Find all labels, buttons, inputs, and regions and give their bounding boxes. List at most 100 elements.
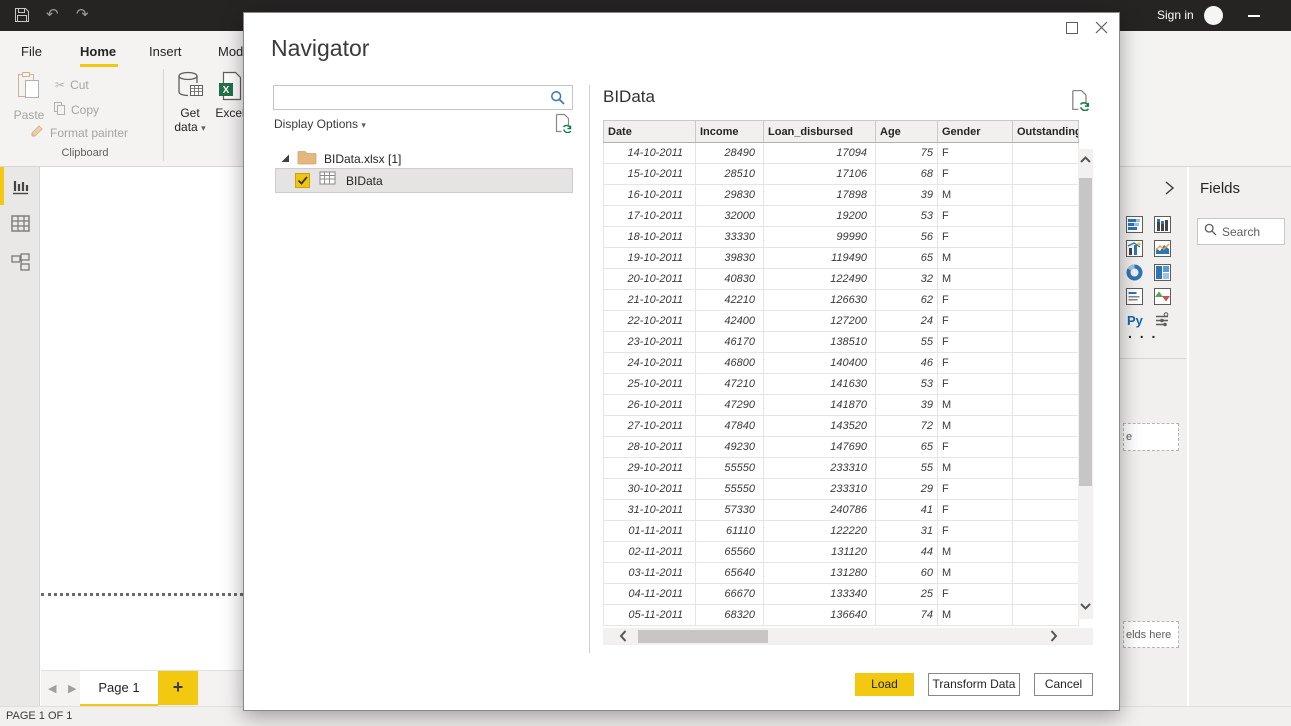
scroll-up-icon[interactable] — [1079, 152, 1092, 170]
tab-home[interactable]: Home — [80, 44, 116, 59]
table-row: 21-10-2011 42210 126630 62 F — [603, 289, 1079, 311]
cancel-button[interactable]: Cancel — [1034, 673, 1093, 696]
undo-icon[interactable]: ↶ — [46, 6, 59, 23]
table-cell: 02-11-2011 — [603, 541, 696, 563]
refresh-navigator-icon[interactable] — [555, 113, 572, 138]
scroll-down-icon[interactable] — [1079, 598, 1092, 616]
combo-chart-icon[interactable] — [1126, 240, 1143, 257]
dialog-maximize-icon[interactable] — [1066, 22, 1078, 34]
table-cell: 18-10-2011 — [603, 226, 696, 248]
column-header[interactable]: Income — [695, 120, 764, 143]
table-cell — [1012, 184, 1079, 206]
stacked-bar-chart-icon[interactable] — [1126, 216, 1143, 233]
navigator-search-input[interactable] — [276, 88, 546, 107]
table-cell: 27-10-2011 — [603, 415, 696, 437]
sign-in-link[interactable]: Sign in — [1157, 8, 1194, 22]
get-data-button[interactable]: Get data ▾ — [170, 71, 210, 134]
table-cell: F — [937, 373, 1013, 395]
avatar[interactable] — [1204, 6, 1223, 25]
kpi-arrows-icon[interactable] — [1154, 288, 1171, 305]
tab-insert[interactable]: Insert — [149, 44, 182, 59]
table-cell: 119490 — [763, 247, 876, 269]
data-view-icon[interactable] — [11, 215, 30, 237]
table-cell — [1012, 352, 1079, 374]
minimize-icon[interactable] — [1248, 15, 1260, 17]
refresh-preview-icon[interactable] — [1071, 89, 1090, 116]
report-view-icon[interactable] — [11, 178, 30, 202]
tree-item-workbook[interactable]: BIData.xlsx [1] — [280, 150, 401, 168]
table-row: 24-10-2011 46800 140400 46 F — [603, 352, 1079, 374]
table-cell: 17106 — [763, 163, 876, 185]
prev-page-arrow-icon[interactable]: ◀ — [48, 682, 56, 695]
redo-icon[interactable]: ↷ — [76, 6, 89, 23]
column-header[interactable]: Date — [603, 120, 696, 143]
expand-triangle-icon[interactable] — [280, 152, 290, 166]
column-header[interactable]: Loan_disbursed — [763, 120, 876, 143]
table-cell: 31-10-2011 — [603, 499, 696, 521]
search-icon[interactable] — [550, 90, 566, 111]
table-cell: 131120 — [763, 541, 876, 563]
folder-icon — [297, 150, 317, 168]
column-header[interactable]: Age — [875, 120, 938, 143]
scroll-left-icon[interactable] — [618, 629, 628, 648]
donut-chart-icon[interactable] — [1126, 264, 1143, 281]
vertical-scrollbar[interactable] — [1078, 149, 1093, 619]
transform-data-button[interactable]: Transform Data — [928, 673, 1020, 696]
table-row: 03-11-2011 65640 131280 60 M — [603, 562, 1079, 584]
drag-fields-well[interactable]: elds here — [1123, 621, 1179, 648]
tab-file[interactable]: File — [21, 44, 42, 59]
table-cell: 57330 — [695, 499, 764, 521]
pane-divider — [1187, 167, 1189, 706]
table-cell: F — [937, 352, 1013, 374]
table-row: 28-10-2011 49230 147690 65 F — [603, 436, 1079, 458]
scroll-right-icon[interactable] — [1049, 629, 1059, 648]
table-cell: 17-10-2011 — [603, 205, 696, 227]
paste-icon — [16, 72, 42, 104]
column-header[interactable]: Outstanding_de — [1012, 120, 1079, 143]
table-cell: 147690 — [763, 436, 876, 458]
fields-pane-title: Fields — [1200, 180, 1241, 197]
tree-item-table[interactable]: BIData — [275, 168, 573, 193]
paste-button[interactable]: Paste — [8, 71, 50, 122]
table-cell: 55 — [875, 457, 938, 479]
area-chart-icon[interactable] — [1154, 240, 1171, 257]
active-tab-underline — [80, 64, 118, 67]
copy-button[interactable]: Copy — [53, 101, 99, 118]
horizontal-scrollbar[interactable] — [603, 628, 1093, 645]
display-options-dropdown[interactable]: Display Options ▾ — [274, 117, 366, 131]
stacked-column-chart-icon[interactable] — [1154, 216, 1171, 233]
page-tab[interactable]: Page 1 — [80, 671, 158, 707]
next-page-arrow-icon[interactable]: ▶ — [68, 682, 76, 695]
field-well[interactable]: e — [1123, 423, 1179, 451]
load-button[interactable]: Load — [855, 673, 914, 696]
table-cell: 143520 — [763, 415, 876, 437]
table-row: 16-10-2011 29830 17898 39 M — [603, 184, 1079, 206]
add-page-button[interactable]: + — [158, 671, 198, 705]
table-cell — [1012, 436, 1079, 458]
format-painter-button[interactable]: Format painter — [30, 124, 128, 141]
collapse-pane-icon[interactable] — [1162, 180, 1176, 201]
table-cell: F — [937, 205, 1013, 227]
vertical-scroll-thumb[interactable] — [1079, 178, 1092, 486]
horizontal-scroll-thumb[interactable] — [638, 630, 768, 643]
table-cell: 68320 — [695, 604, 764, 626]
treemap-icon[interactable] — [1154, 264, 1171, 281]
model-view-icon[interactable] — [11, 253, 31, 277]
tab-modeling[interactable]: Mod — [218, 44, 243, 59]
dialog-title: Navigator — [271, 35, 370, 61]
table-cell — [1012, 541, 1079, 563]
chevron-down-icon: ▾ — [201, 123, 206, 133]
table-header-row: Date Income Loan_disbursed Age Gender Outstan… — [603, 120, 1079, 143]
column-header[interactable]: Gender — [937, 120, 1013, 143]
table-cell: 47290 — [695, 394, 764, 416]
table-cell: 17094 — [763, 142, 876, 164]
more-visuals-button[interactable]: . . . — [1128, 325, 1157, 341]
fields-search-box[interactable]: Search — [1197, 218, 1285, 245]
multi-row-card-icon[interactable] — [1126, 288, 1143, 305]
save-icon[interactable] — [14, 7, 30, 28]
dialog-close-icon[interactable] — [1094, 20, 1109, 40]
table-cell: 65 — [875, 436, 938, 458]
table-cell: 15-10-2011 — [603, 163, 696, 185]
cut-button[interactable]: ✂ Cut — [55, 78, 89, 92]
checkbox-checked[interactable] — [295, 173, 310, 188]
